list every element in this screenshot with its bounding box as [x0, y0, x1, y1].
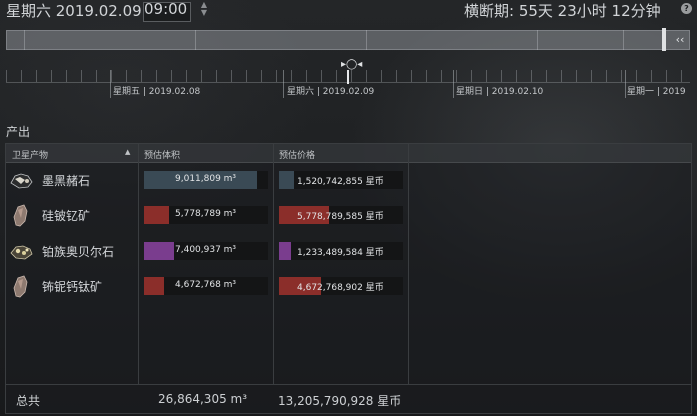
sort-ascending-icon[interactable]: ▲ — [125, 148, 130, 156]
column-divider — [408, 144, 409, 384]
column-header-product[interactable]: 卫星产物 — [12, 148, 48, 161]
chevron-down-icon[interactable]: ▼ — [199, 9, 209, 17]
day-divider — [283, 70, 284, 98]
timeline-tick — [537, 30, 538, 50]
countdown-label: 横断期: 55天 23小时 12分钟 — [464, 2, 661, 20]
timeline-bar[interactable] — [6, 30, 690, 50]
time-stepper[interactable]: ▲ ▼ — [199, 1, 209, 17]
date-label: 星期六 2019.02.09 — [6, 2, 142, 20]
red-ore-icon — [8, 202, 34, 228]
product-name[interactable]: 墨黑赭石 — [42, 172, 90, 189]
volume-value: 4,672,768 m³ — [175, 280, 237, 290]
black-ore-icon — [8, 167, 34, 193]
price-value: 1,233,489,584 星币 — [297, 248, 384, 258]
table-footer-divider — [6, 384, 691, 385]
price-value: 1,520,742,855 星币 — [297, 177, 384, 187]
price-value: 5,778,789,585 星币 — [297, 212, 384, 222]
column-divider — [273, 144, 274, 384]
day-label: 星期一 | 2019 — [627, 87, 686, 97]
volume-bar-fill — [144, 277, 164, 295]
volume-value: 5,778,789 m³ — [175, 209, 237, 219]
price-bar-fill — [279, 171, 294, 189]
day-divider — [110, 70, 111, 98]
day-label: 星期六 | 2019.02.09 — [287, 87, 375, 97]
timeline-handle[interactable] — [662, 28, 666, 51]
price-bar-fill — [279, 242, 291, 260]
current-time-line — [347, 70, 349, 84]
day-label: 星期日 | 2019.02.10 — [456, 87, 544, 97]
volume-value: 7,400,937 m³ — [175, 245, 237, 255]
price-value: 4,672,768,902 星币 — [297, 283, 384, 293]
time-value[interactable]: 09:00 — [144, 0, 187, 18]
product-name[interactable]: 铂族奥贝尔石 — [42, 243, 114, 260]
column-header-volume[interactable]: 预估体积 — [144, 148, 180, 161]
help-icon[interactable]: ? — [681, 3, 692, 14]
product-name[interactable]: 硅铍钇矿 — [42, 207, 90, 224]
red-ore-icon — [8, 273, 34, 299]
day-label: 星期五 | 2019.02.08 — [113, 87, 201, 97]
product-name[interactable]: 钸铌钙钛矿 — [42, 278, 102, 295]
total-price: 13,205,790,928 星币 — [278, 394, 402, 408]
gold-ore-icon — [8, 238, 34, 264]
day-divider — [453, 70, 454, 98]
timeline-tick — [623, 30, 624, 50]
total-volume: 26,864,305 m³ — [158, 392, 248, 406]
volume-value: 9,011,809 m³ — [175, 174, 237, 184]
timeline-tick — [195, 30, 196, 50]
collapse-icon[interactable]: ‹‹ — [670, 30, 690, 50]
column-divider — [138, 144, 139, 384]
volume-bar-fill — [144, 206, 169, 224]
day-divider — [625, 70, 626, 98]
table-header — [6, 144, 691, 163]
timeline-tick — [366, 30, 367, 50]
section-title: 产出 — [6, 125, 31, 139]
volume-bar-fill — [144, 242, 174, 260]
column-header-price[interactable]: 预估价格 — [279, 148, 315, 161]
timeline-tick — [24, 30, 25, 50]
total-label: 总共 — [16, 394, 41, 408]
